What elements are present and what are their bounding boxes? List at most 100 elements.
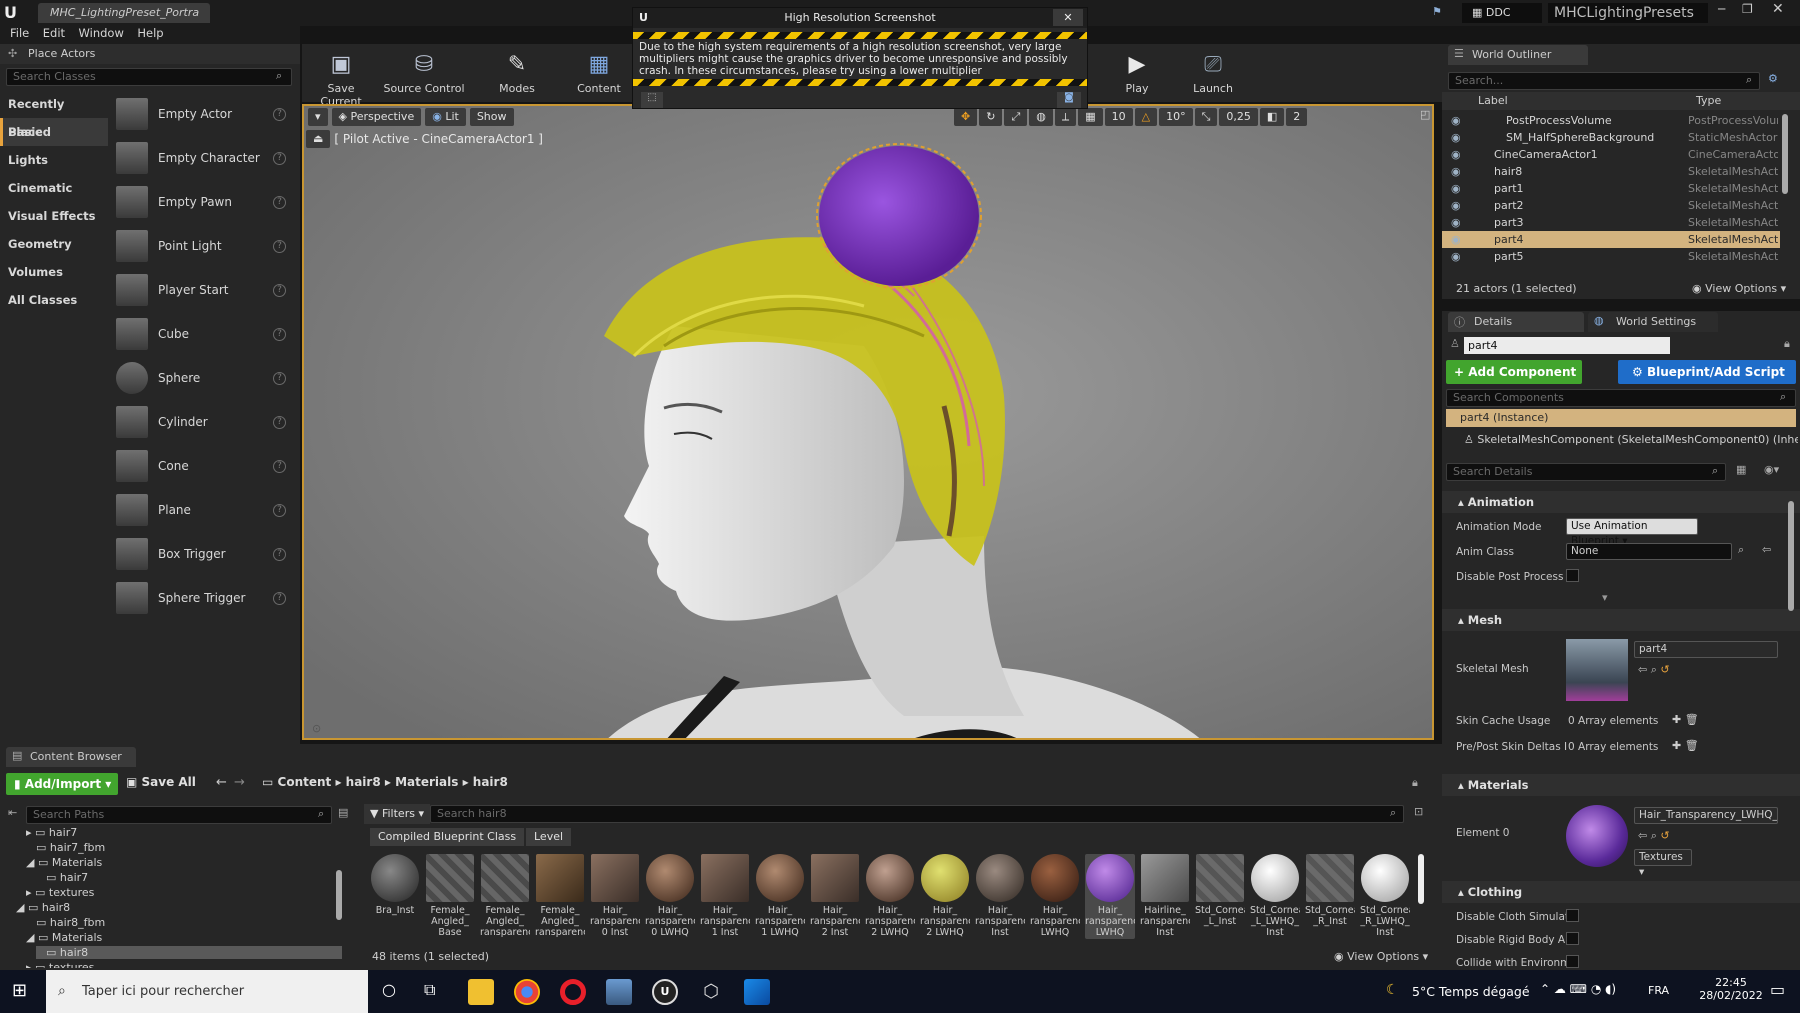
visibility-eye-icon[interactable]: ◉ — [1451, 214, 1461, 231]
category-recently-placed[interactable]: Recently Placed — [0, 90, 108, 139]
asset-tile[interactable]: Hair_ ransparenc 0 Inst — [590, 854, 640, 939]
help-icon[interactable]: ? — [273, 283, 286, 297]
help-icon[interactable]: ? — [273, 371, 286, 385]
outliner-settings-icon[interactable]: ⚙ — [1768, 72, 1778, 85]
actor-cylinder[interactable]: Cylinder? — [110, 400, 296, 444]
grid-view-icon[interactable]: ▦ — [1736, 463, 1746, 476]
outliner-row[interactable]: ◉ SM_HalfSphereBackground StaticMeshActor — [1442, 129, 1780, 146]
cube-app-icon[interactable]: ⬡ — [698, 979, 724, 1005]
category-geometry[interactable]: Geometry — [0, 230, 108, 258]
expand-advanced-icon[interactable]: ▾ — [1602, 591, 1608, 604]
asset-tile[interactable]: Hair_ ransparenc LWHQ — [1030, 854, 1080, 939]
lit-button[interactable]: ◉ Lit — [425, 108, 466, 126]
taskbar-search-input[interactable]: Taper ici pour rechercher — [46, 970, 368, 1013]
camera-speed-icon[interactable]: ◧ — [1259, 108, 1285, 126]
asset-tile[interactable]: Female_ Angled_ ransparenc — [480, 854, 530, 939]
visibility-eye-icon[interactable]: ◉ — [1451, 248, 1461, 265]
actor-empty-character[interactable]: Empty Character? — [110, 136, 296, 180]
add-element-icon[interactable]: ✚ 🗑︎ — [1672, 739, 1699, 752]
use-selected-icon[interactable]: ⇦ — [1762, 543, 1771, 556]
asset-tile[interactable]: Hair_ ransparenc 2 LWHQ — [920, 854, 970, 939]
visibility-eye-icon[interactable]: ◉ — [1451, 146, 1461, 163]
search-components-input[interactable]: Search Components — [1446, 389, 1796, 407]
chrome-icon[interactable] — [514, 979, 540, 1005]
content-view-options[interactable]: ◉ View Options ▾ — [1334, 950, 1428, 963]
asset-tile[interactable]: Std_Cornea _L_LWHQ_ Inst — [1250, 854, 1300, 939]
actor-empty-pawn[interactable]: Empty Pawn? — [110, 180, 296, 224]
maximize-button[interactable]: ❐ — [1742, 2, 1753, 16]
scale-icon[interactable]: ⤢ — [1004, 108, 1028, 126]
help-icon[interactable]: ? — [273, 415, 286, 429]
outliner-row[interactable]: ◉ PostProcessVolume PostProcessVolur — [1442, 112, 1780, 129]
ddc-indicator[interactable]: ▦ DDC — [1462, 3, 1542, 23]
level-tab[interactable]: MHC_LightingPreset_Portra — [38, 3, 210, 23]
menu-file[interactable]: File — [10, 26, 29, 40]
folder-item[interactable]: ◢ ▭ hair8 — [16, 901, 70, 914]
material-dropdown[interactable]: Hair_Transparency_LWHQ_I — [1634, 807, 1778, 824]
use-selected-icon[interactable]: ⇦ ⌕ ↺ — [1638, 663, 1670, 677]
surface-snap-icon[interactable]: ⟂ — [1054, 108, 1077, 126]
rotate-icon[interactable]: ↻ — [979, 108, 1003, 126]
add-element-icon[interactable]: ✚ 🗑︎ — [1672, 713, 1699, 726]
tree-view-icon[interactable]: ▤ — [338, 806, 348, 819]
add-import-button[interactable]: ▮ Add/Import ▾ — [6, 773, 118, 795]
asset-tile[interactable]: Hairline_ ransparenc Inst — [1140, 854, 1190, 939]
asset-tile[interactable]: Female_ Angled_ Base — [425, 854, 475, 939]
scale-snap-value[interactable]: 0,25 — [1219, 108, 1258, 126]
asset-tile[interactable]: Bra_Inst — [370, 854, 420, 939]
blueprint-add-script-button[interactable]: ⚙ Blueprint/Add Script — [1618, 360, 1796, 384]
weather-text[interactable]: 5°C Temps dégagé — [1412, 984, 1530, 999]
help-icon[interactable]: ? — [273, 327, 286, 341]
visibility-eye-icon[interactable]: ◉ — [1451, 180, 1461, 197]
outliner-view-options[interactable]: ◉ View Options ▾ — [1692, 282, 1786, 295]
help-icon[interactable]: ? — [273, 239, 286, 253]
save-current-button[interactable]: ▣ Save Current — [306, 48, 376, 108]
maximize-viewport-icon[interactable]: ◰ — [1420, 108, 1430, 121]
category-basic[interactable]: Basic — [0, 118, 108, 146]
outliner-search-input[interactable]: Search... — [1448, 72, 1760, 90]
label-column-header[interactable]: Label — [1478, 94, 1508, 107]
menu-edit[interactable]: Edit — [43, 26, 65, 40]
folder-item[interactable]: ▭ hair7 — [46, 871, 88, 884]
capture-button-icon[interactable]: ◙ — [1057, 92, 1081, 108]
show-button[interactable]: Show — [469, 108, 514, 126]
scale-snap-icon[interactable]: ⤡ — [1194, 108, 1218, 126]
modes-button[interactable]: ✎ Modes — [482, 48, 552, 95]
eye-options-icon[interactable]: ◉▾ — [1764, 463, 1779, 476]
actor-sphere[interactable]: Sphere? — [110, 356, 296, 400]
asset-tile[interactable]: Female_ Angled_ ransparenc — [535, 854, 585, 939]
actor-box-trigger[interactable]: Box Trigger? — [110, 532, 296, 576]
lock-icon[interactable]: 🔒︎ — [1784, 337, 1790, 351]
asset-tile[interactable]: Std_Cornea _R_LWHQ_ Inst — [1360, 854, 1410, 939]
asset-tile[interactable]: Hair_ ransparenc Inst — [975, 854, 1025, 939]
asset-tile-selected[interactable]: Hair_ ransparenc LWHQ — [1085, 854, 1135, 939]
actor-cube[interactable]: Cube? — [110, 312, 296, 356]
actor-empty-actor[interactable]: Empty Actor? — [110, 92, 296, 136]
help-icon[interactable]: ? — [273, 591, 286, 605]
browse-icon[interactable]: ⌕ — [1738, 543, 1744, 557]
world-local-icon[interactable]: ◍ — [1029, 108, 1053, 126]
translate-icon[interactable]: ✥ — [954, 108, 978, 126]
help-icon[interactable]: ? — [273, 107, 286, 121]
category-lights[interactable]: Lights — [0, 146, 108, 174]
collide-environment-checkbox[interactable] — [1566, 955, 1579, 968]
asset-tile[interactable]: Hair_ ransparenc 2 Inst — [810, 854, 860, 939]
app-icon[interactable] — [606, 979, 632, 1005]
outliner-row[interactable]: ◉ part1 SkeletalMeshActo — [1442, 180, 1780, 197]
capture-region-icon[interactable]: ⬚ — [641, 92, 663, 108]
asset-tile[interactable]: Std_Cornea _L_Inst — [1195, 854, 1245, 939]
search-paths-input[interactable]: Search Paths — [26, 806, 332, 824]
instance-row[interactable]: part4 (Instance) — [1446, 409, 1796, 427]
content-browser-tab[interactable]: Content Browser — [6, 747, 136, 767]
animation-mode-dropdown[interactable]: Use Animation Blueprint ▾ — [1566, 518, 1698, 547]
world-settings-tab[interactable]: World Settings — [1588, 312, 1718, 332]
category-cinematic[interactable]: Cinematic — [0, 174, 108, 202]
cortana-icon[interactable]: ○ — [382, 980, 396, 999]
help-icon[interactable]: ? — [273, 503, 286, 517]
outliner-scrollbar[interactable] — [1782, 114, 1788, 194]
disable-post-process-checkbox[interactable] — [1566, 569, 1579, 582]
outliner-row[interactable]: ◉ hair8 SkeletalMeshActo — [1442, 163, 1780, 180]
actor-cone[interactable]: Cone? — [110, 444, 296, 488]
place-actors-tab[interactable]: Place Actors — [0, 44, 300, 64]
notification-icon[interactable]: ⚑ — [1432, 5, 1442, 18]
